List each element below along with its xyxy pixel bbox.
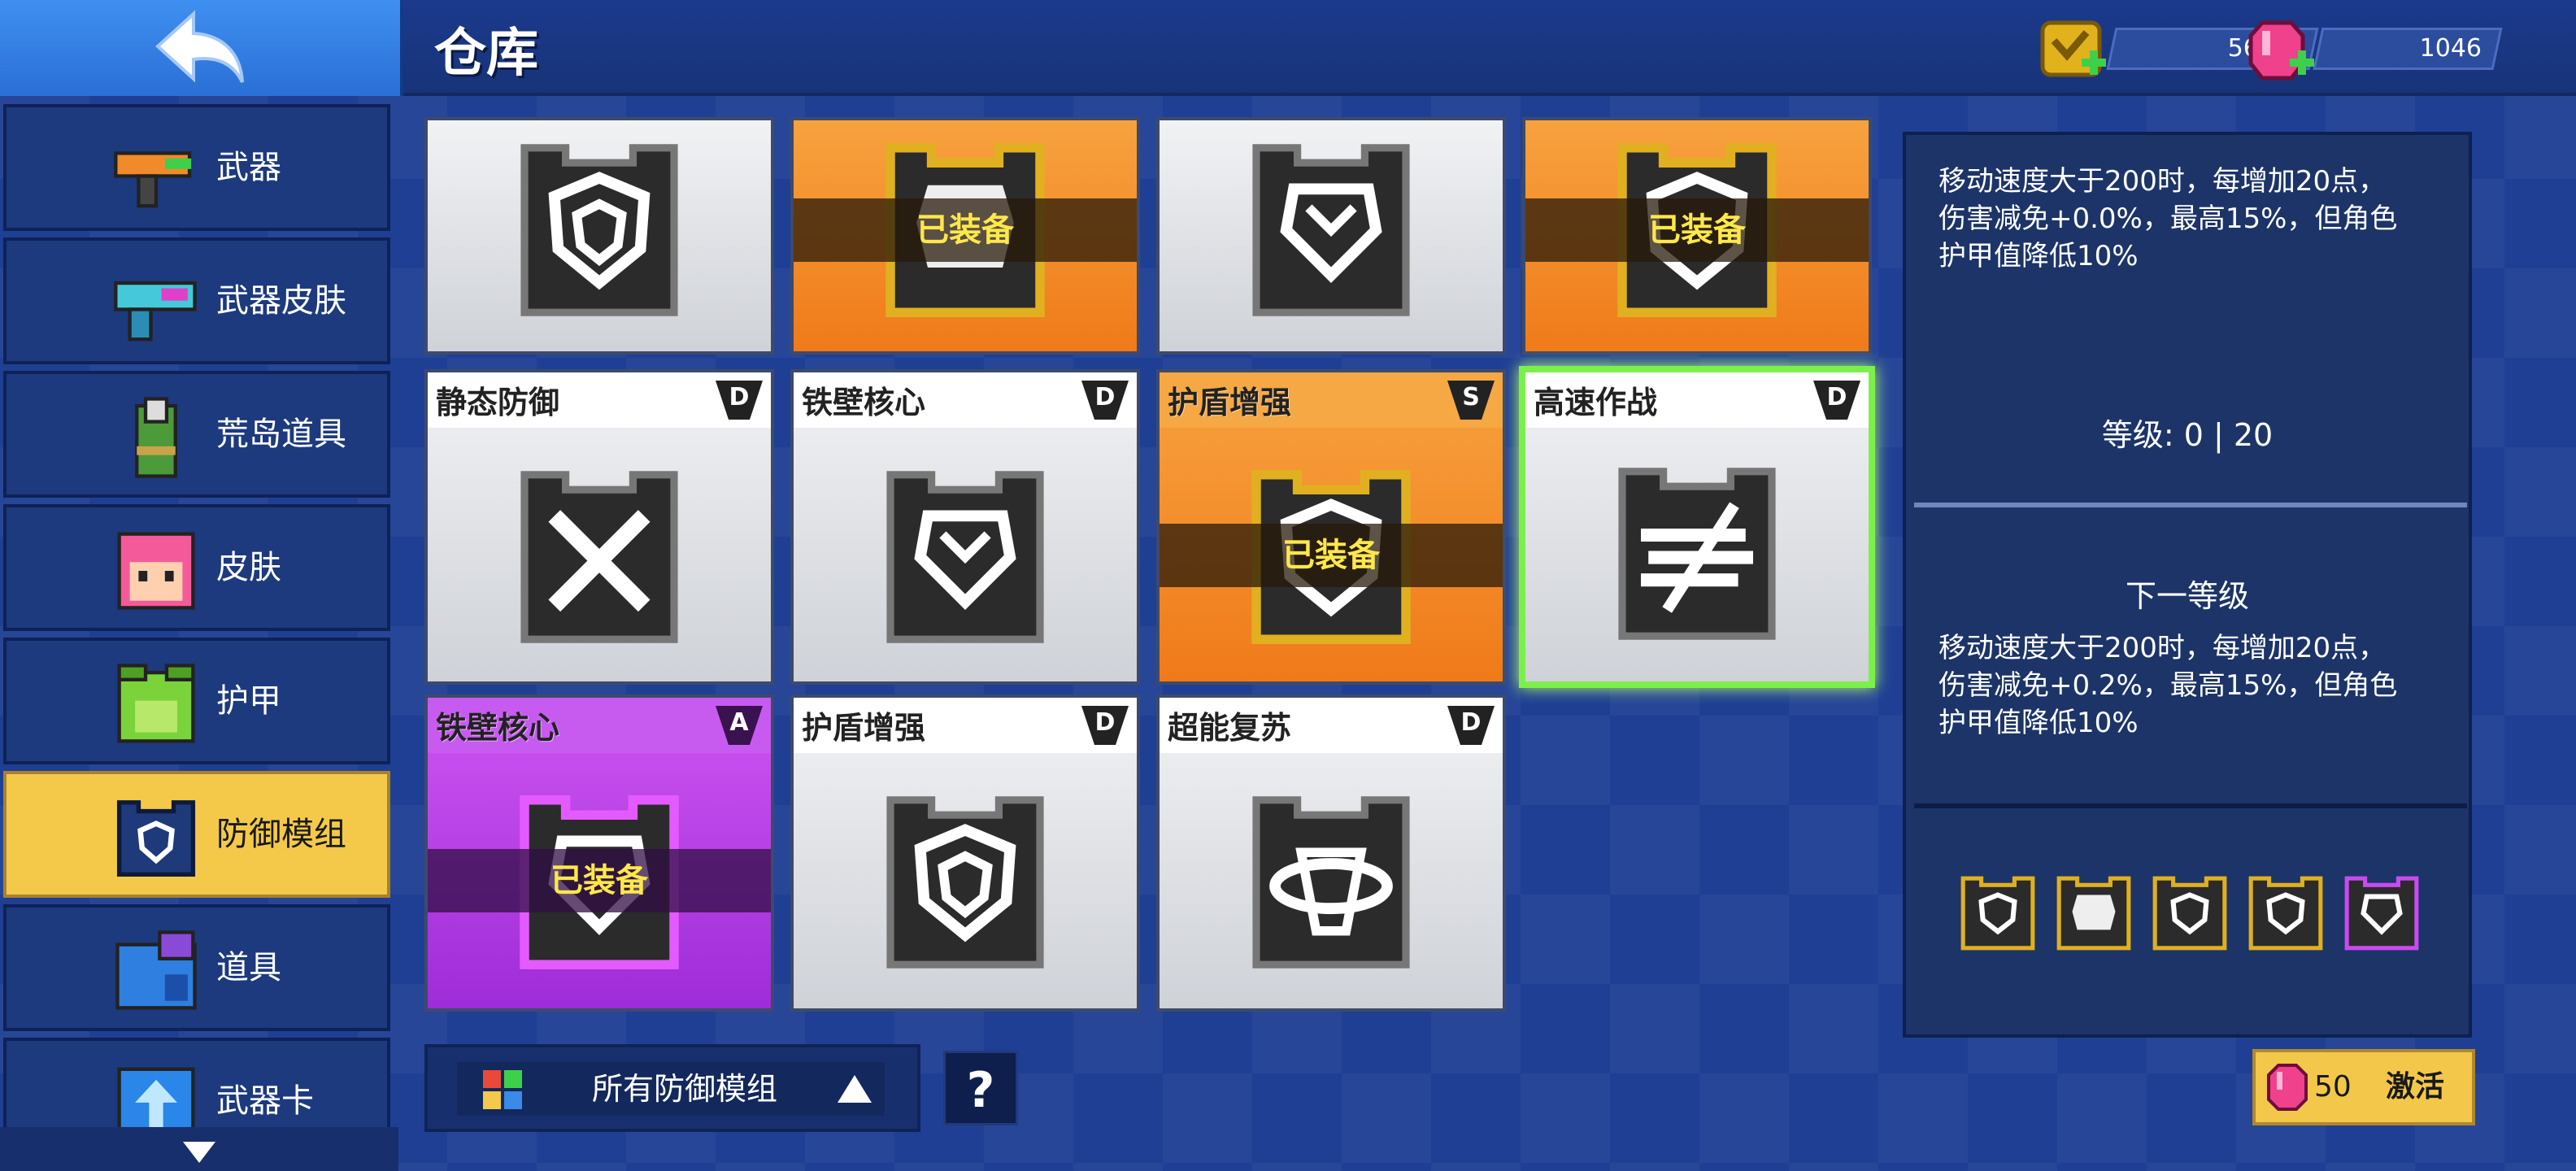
top-bar: 仓库 5675 1046 — [0, 0, 2576, 96]
sidebar-item-weapon-skin[interactable]: 武器皮肤 — [3, 237, 390, 364]
equipped-slot-iron-core-icon[interactable] — [2340, 872, 2423, 955]
module-card-shield-boost[interactable]: 护盾增强 S 已装备 — [1156, 369, 1506, 685]
gem-icon — [2267, 1064, 2308, 1111]
module-name: 静态防御 — [436, 385, 560, 420]
grade-letter: D — [729, 383, 750, 411]
chevron-up-icon — [838, 1075, 872, 1103]
equipped-label: 已装备 — [1160, 524, 1503, 587]
sidebar-item-label: 护甲 — [216, 682, 281, 720]
module-filter-dropdown[interactable]: 所有防御模组 — [424, 1044, 920, 1132]
sidebar-item-label: 武器 — [216, 149, 281, 186]
shield-module-icon — [520, 144, 678, 316]
high-speed-combat-module-icon — [1618, 468, 1776, 640]
activate-cost: 50 — [2314, 1070, 2352, 1104]
module-card[interactable]: 已装备 — [790, 117, 1140, 355]
next-level-title: 下一等级 — [2125, 578, 2249, 614]
gem-counter: 1046 — [2246, 18, 2503, 81]
grade-letter: D — [1094, 383, 1116, 411]
sidebar-item-label: 武器皮肤 — [216, 282, 346, 320]
module-card-static-defense[interactable]: 静态防御 D — [424, 369, 774, 685]
gem-amount: 1046 — [2419, 34, 2482, 63]
module-card[interactable]: 已装备 — [1522, 117, 1872, 355]
module-card-shield-boost-d[interactable]: 护盾增强 D — [790, 694, 1140, 1012]
module-level: 等级: 0 | 20 — [2101, 417, 2274, 453]
weapon-skin-icon — [114, 281, 197, 342]
iron-core-module-icon — [886, 471, 1044, 643]
grade-letter: A — [729, 708, 749, 737]
category-sidebar: 武器 武器皮肤 荒岛道具 皮肤 护甲 防御模组 道具 武器卡 — [0, 99, 398, 1171]
module-name: 超能复苏 — [1168, 710, 1292, 746]
shield-boost-module-icon — [886, 796, 1044, 969]
skin-icon — [117, 532, 195, 610]
sidebar-item-label: 皮肤 — [216, 549, 281, 586]
module-card[interactable] — [424, 117, 774, 355]
description-line: 护甲值降低10% — [1939, 240, 2139, 272]
equipped-label: 已装备 — [1525, 198, 1869, 262]
super-revive-module-icon — [1252, 796, 1410, 969]
sidebar-scroll-down[interactable] — [0, 1127, 398, 1171]
description-line: 移动速度大于200时，每增加20点， — [1939, 632, 2387, 664]
grade-letter: D — [1826, 383, 1847, 411]
grade-letter: D — [1094, 708, 1116, 737]
sidebar-item-label: 道具 — [216, 949, 281, 986]
module-name: 铁壁核心 — [802, 385, 926, 420]
equipped-label: 已装备 — [428, 849, 771, 912]
grade-letter: D — [1460, 708, 1482, 737]
module-card[interactable] — [1156, 117, 1506, 355]
sidebar-item-item[interactable]: 道具 — [3, 904, 390, 1031]
module-name: 护盾增强 — [1168, 385, 1292, 420]
description-line: 移动速度大于200时，每增加20点， — [1939, 165, 2387, 198]
iron-core-module-icon — [1252, 144, 1410, 316]
module-card-high-speed-combat[interactable]: 高速作战 D — [1519, 366, 1875, 688]
back-arrow-icon — [155, 10, 244, 83]
module-name: 铁壁核心 — [436, 710, 560, 746]
item-icon — [115, 930, 197, 1010]
coin-icon — [2040, 20, 2106, 77]
sidebar-item-weapon[interactable]: 武器 — [3, 104, 390, 231]
activate-button[interactable]: 50 激活 — [2252, 1049, 2475, 1125]
back-button[interactable] — [0, 0, 403, 96]
description-line: 伤害减免+0.2%，最高15%，但角色 — [1939, 669, 2398, 702]
sidebar-item-label: 荒岛道具 — [216, 416, 346, 453]
island-item-icon — [135, 397, 177, 478]
description-line: 伤害减免+0.0%，最高15%，但角色 — [1939, 202, 2398, 235]
sidebar-item-label: 防御模组 — [216, 816, 346, 853]
equipped-slot-shield-icon[interactable] — [1956, 872, 2039, 955]
equipped-label: 已装备 — [794, 198, 1137, 262]
sidebar-item-island-item[interactable]: 荒岛道具 — [3, 371, 390, 498]
module-card-iron-core[interactable]: 铁壁核心 D — [790, 369, 1140, 685]
armor-icon — [117, 664, 195, 743]
module-detail-panel: 移动速度大于200时，每增加20点， 伤害减免+0.0%，最高15%，但角色 护… — [1903, 132, 2472, 1038]
activate-label: 激活 — [2386, 1070, 2445, 1104]
help-button[interactable]: ? — [943, 1051, 1018, 1125]
sidebar-item-defense-module[interactable]: 防御模组 — [3, 771, 390, 898]
equipped-slot-shield-boost-icon[interactable] — [2244, 872, 2327, 955]
filter-label: 所有防御模组 — [592, 1071, 778, 1107]
static-defense-module-icon — [520, 471, 678, 643]
module-card-super-revive[interactable]: 超能复苏 D — [1156, 694, 1506, 1012]
weapon-icon — [114, 151, 192, 208]
equipped-slot-shield-icon[interactable] — [2148, 872, 2231, 955]
defense-module-icon — [116, 800, 196, 877]
grade-letter: S — [1462, 383, 1480, 411]
description-line: 护甲值降低10% — [1939, 707, 2139, 739]
module-name: 护盾增强 — [802, 710, 926, 746]
module-name: 高速作战 — [1534, 385, 1658, 420]
divider — [1914, 503, 2467, 507]
chevron-down-icon — [183, 1142, 215, 1163]
sidebar-item-armor[interactable]: 护甲 — [3, 638, 390, 764]
sidebar-item-skin[interactable]: 皮肤 — [3, 504, 390, 631]
gem-icon — [2248, 20, 2314, 81]
divider — [1914, 803, 2467, 808]
current-effect-description: 移动速度大于200时，每增加20点， 伤害减免+0.0%，最高15%，但角色 护… — [1939, 163, 2459, 275]
page-title: 仓库 — [434, 24, 538, 84]
grid-filter-icon — [483, 1070, 522, 1109]
equipped-slot-armor-plate-icon[interactable] — [2052, 872, 2135, 955]
module-card-iron-core-a[interactable]: 铁壁核心 A 已装备 — [424, 694, 774, 1012]
next-effect-description: 移动速度大于200时，每增加20点， 伤害减免+0.2%，最高15%，但角色 护… — [1939, 629, 2459, 742]
